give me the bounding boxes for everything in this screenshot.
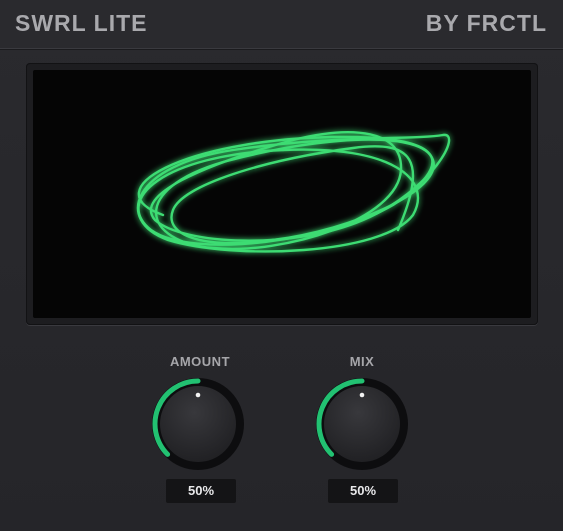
- mix-knob-indicator: [359, 392, 365, 398]
- amount-knob-indicator: [195, 392, 201, 398]
- scope-trace-svg: [136, 131, 451, 253]
- plugin-window: SWRL LITE BY FRCTL AMOUNT 50% MIX 50%: [0, 0, 563, 531]
- scope-display: [33, 70, 531, 318]
- plugin-title: SWRL LITE: [15, 10, 148, 36]
- amount-knob[interactable]: [148, 374, 248, 479]
- mix-value[interactable]: 50%: [328, 479, 398, 503]
- scope-trace: [136, 131, 451, 253]
- amount-label: AMOUNT: [169, 354, 231, 369]
- amount-value[interactable]: 50%: [166, 479, 236, 503]
- header-bar: SWRL LITE BY FRCTL: [0, 0, 563, 49]
- mix-label: MIX: [349, 354, 375, 369]
- amount-knob-cap: [160, 386, 236, 462]
- mix-knob[interactable]: [312, 374, 412, 479]
- brand-label: BY FRCTL: [425, 10, 547, 36]
- mix-knob-cap: [324, 386, 400, 462]
